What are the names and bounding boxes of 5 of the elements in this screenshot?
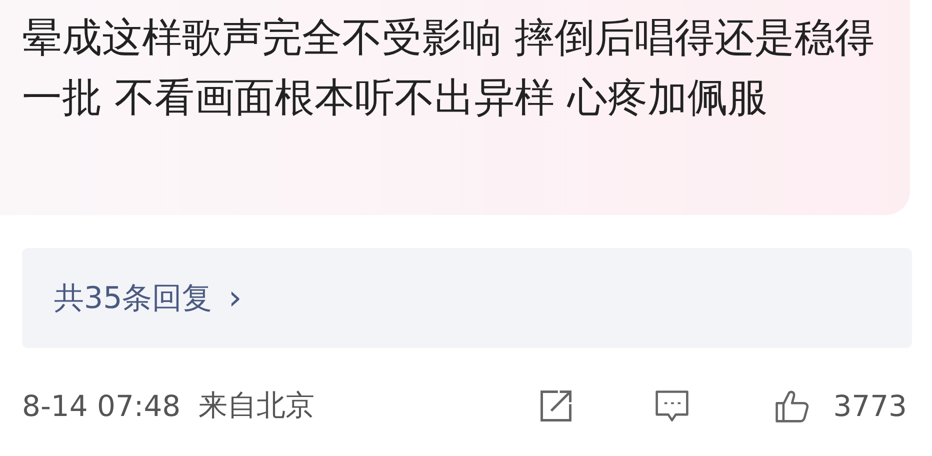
like-count: 3773 [833,389,907,423]
comment-time: 8-14 07:48 [22,389,181,423]
comment-text: 晕成这样歌声完全不受影响 摔倒后唱得还是稳得一批 不看画面根本听不出异样 心疼加佩服 [22,14,876,123]
replies-link[interactable]: 共35条回复 › [22,248,912,348]
comment-location: 来自北京 [198,387,315,424]
